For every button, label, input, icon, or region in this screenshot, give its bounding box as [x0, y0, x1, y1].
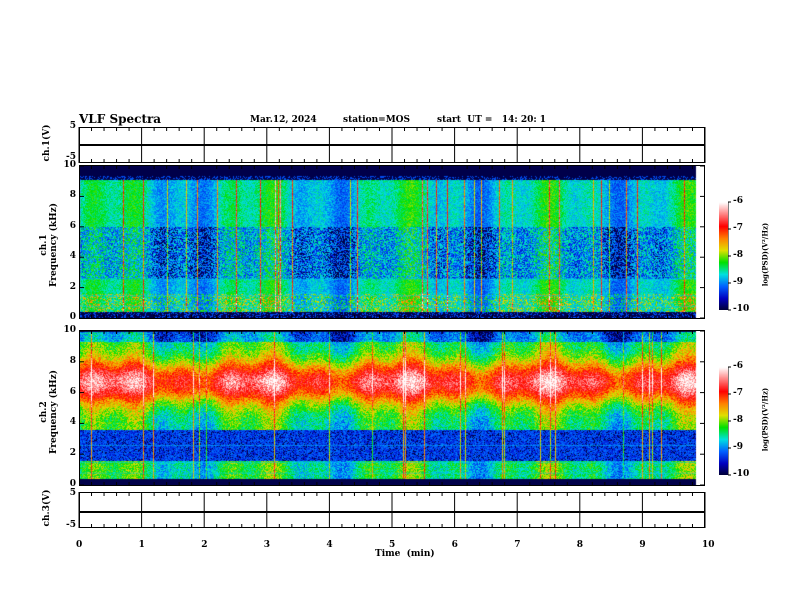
ch3-ytick: 5	[69, 488, 76, 498]
colorbar-tick-label: -9	[733, 442, 743, 452]
xtick-label: 8	[576, 540, 584, 550]
spec2-label-freq: Frequency (kHz)	[49, 370, 59, 455]
spec2-ytick: 2	[69, 448, 76, 459]
spec2-label-ch: ch.2	[39, 401, 49, 423]
xtick-label: 1	[138, 540, 145, 550]
colorbar-tick-label: -6	[733, 196, 743, 206]
ch1-v-label: ch.1(V)	[42, 124, 52, 162]
spec2-ytick: 8	[69, 355, 76, 366]
ch3-ytick: -5	[66, 520, 76, 530]
spec1-label-freq: Frequency (kHz)	[49, 203, 59, 288]
spec1-label: ch.1 Frequency (kHz)	[39, 200, 59, 290]
colorbar-1	[719, 202, 728, 310]
spec2-ytick: 6	[69, 386, 76, 397]
colorbar-tick-label: -7	[733, 388, 743, 398]
ch1-ytick: 5	[69, 121, 76, 131]
colorbar-tick-label: -7	[733, 223, 743, 233]
xtick-label: 4	[326, 540, 333, 550]
xtick-label: 0	[76, 540, 83, 550]
colorbar-label: log(PSD)(V²/Hz)	[760, 222, 770, 287]
xtick-label: 10	[702, 540, 715, 550]
colorbar-2	[719, 367, 728, 475]
colorbar-tick-label: -9	[733, 277, 743, 287]
xtick-label: 5	[389, 540, 396, 550]
spec1-ytick: 0	[69, 312, 76, 322]
ch3-v-label: ch.3(V)	[42, 489, 52, 527]
spec2-ytick: 10	[63, 325, 76, 335]
spec1-ytick: 4	[69, 251, 76, 262]
xtick-label: 3	[263, 540, 271, 550]
xtick-label: 6	[451, 540, 458, 550]
colorbar-tick-label: -10	[733, 304, 750, 314]
colorbar-tick-label: -8	[733, 415, 743, 425]
spec2-ytick: 4	[69, 417, 76, 428]
spec1-ytick: 10	[63, 160, 76, 170]
spec1-ytick: 6	[69, 220, 76, 231]
xtick-label: 2	[201, 540, 208, 550]
colorbar-tick-label: -6	[733, 361, 743, 371]
spec1-ytick: 8	[69, 190, 76, 201]
xtick-label: 7	[514, 540, 521, 550]
spec1-label-ch: ch.1	[39, 234, 49, 256]
spec1-ytick: 2	[69, 281, 76, 292]
colorbar-tick-label: -8	[733, 250, 743, 260]
colorbar-tick-label: -10	[733, 469, 750, 479]
axes-ticks	[78, 127, 731, 528]
x-axis-label: Time (min)	[375, 549, 435, 559]
colorbar-label: log(PSD)(V²/Hz)	[760, 387, 770, 452]
xtick-label: 9	[639, 540, 646, 550]
spec2-label: ch.2 Frequency (kHz)	[39, 367, 59, 457]
spec2-ytick: 0	[69, 479, 76, 489]
